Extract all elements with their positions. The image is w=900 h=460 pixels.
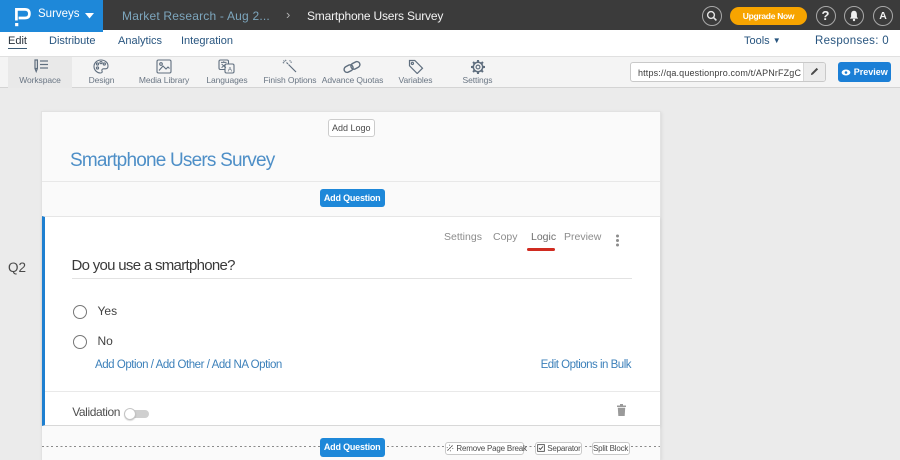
svg-text:A: A xyxy=(228,67,233,74)
